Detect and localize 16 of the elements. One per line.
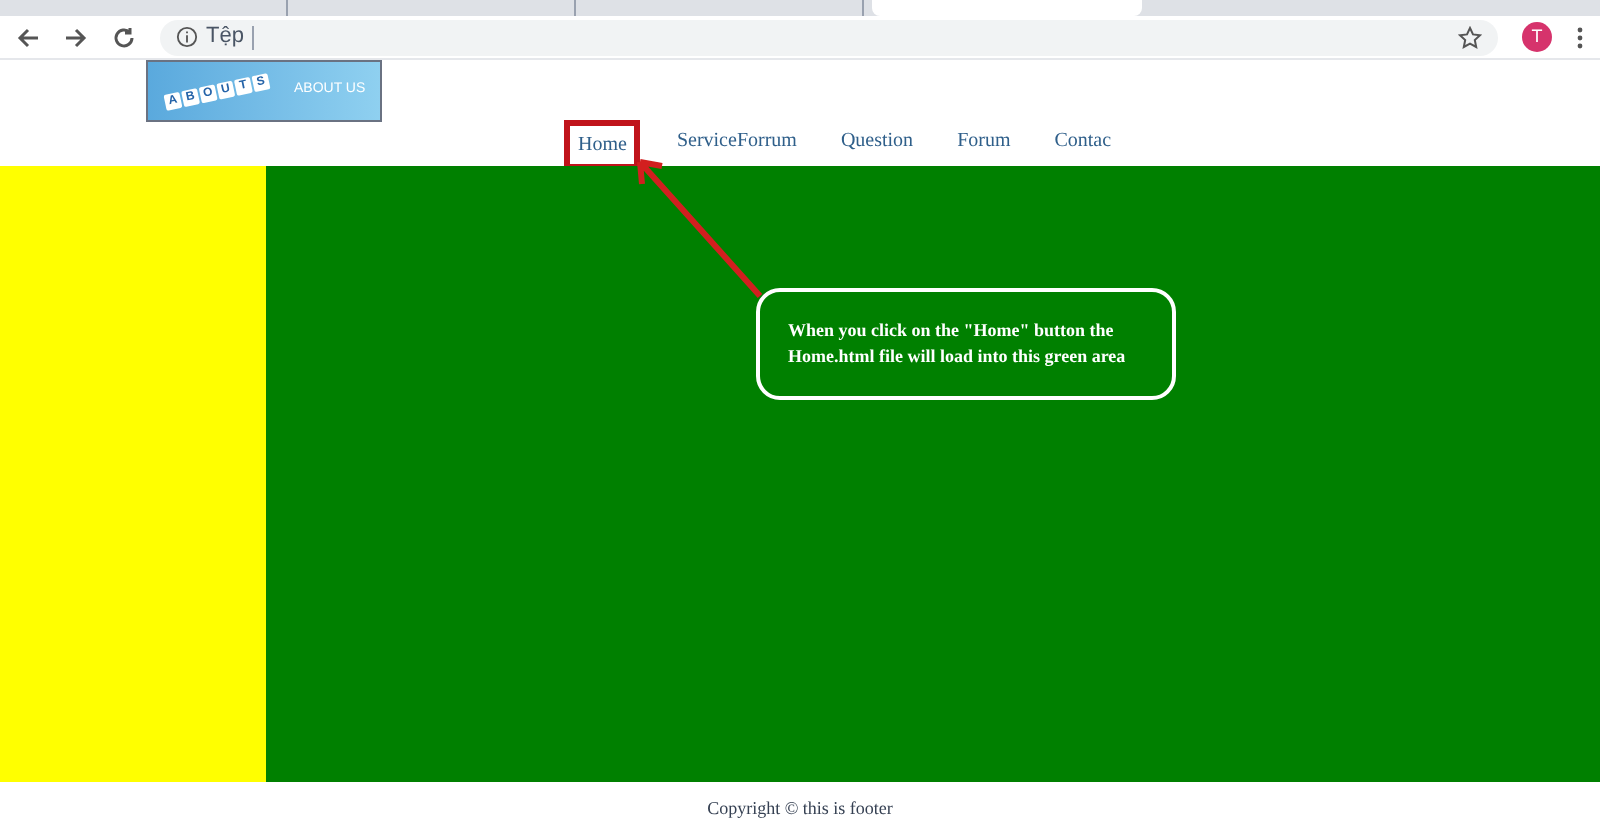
nav-link[interactable]: Question [840,126,914,164]
nav-link[interactable]: ServiceForrum [676,126,797,164]
nav-link[interactable]: Contac [1054,126,1112,164]
profile-avatar[interactable]: T [1522,22,1552,52]
callout-box: When you click on the "Home" button the Home.html file will load into this green area [756,288,1176,400]
info-icon[interactable] [176,26,198,48]
nav-link[interactable]: Forum [957,126,1011,164]
address-prefix: Tệp [206,22,244,53]
reload-icon[interactable] [112,25,136,49]
forward-icon[interactable] [64,25,88,49]
back-icon[interactable] [16,25,40,49]
footer-text: Copyright © this is footer [705,796,895,822]
star-icon[interactable] [1458,25,1482,49]
address-bar[interactable]: Tệp [160,19,1498,55]
pointer-arrow [634,156,764,300]
menu-icon[interactable] [1576,25,1584,49]
